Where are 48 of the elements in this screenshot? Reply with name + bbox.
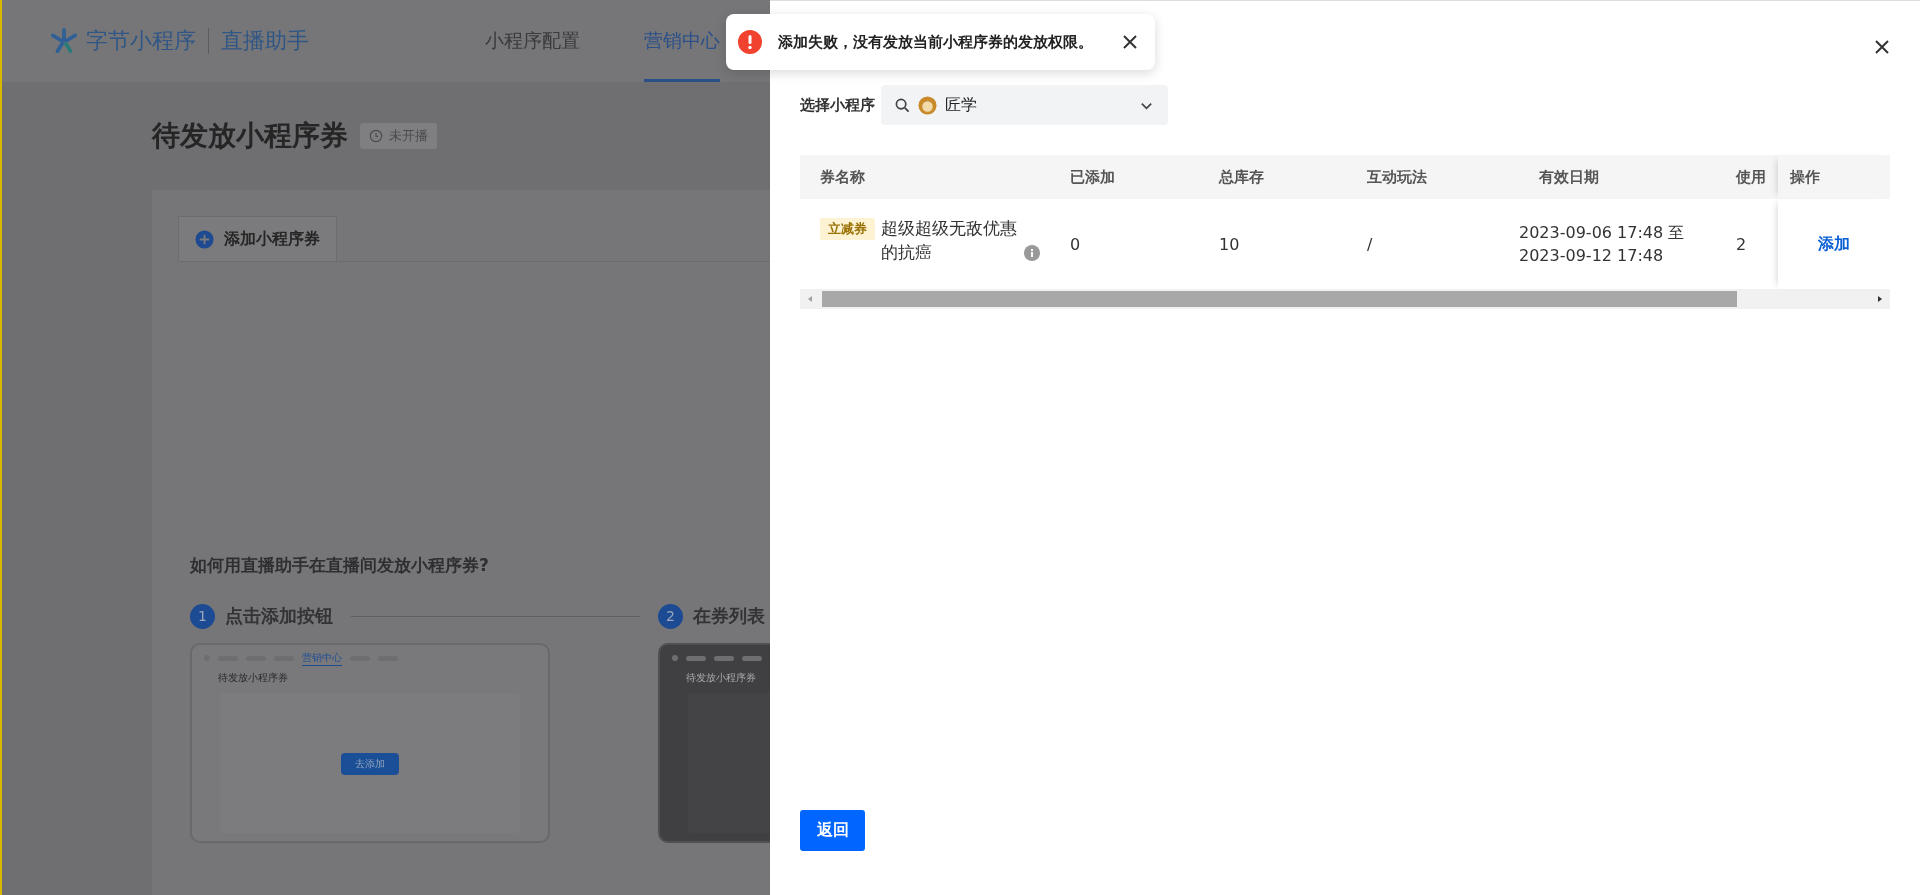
- search-icon: [895, 97, 910, 113]
- close-icon[interactable]: [1874, 39, 1890, 55]
- placeholder-bar: [714, 655, 734, 661]
- placeholder-bar: [686, 655, 706, 661]
- column-header: 总库存: [1219, 167, 1264, 187]
- coupon-name: 超级超级无敌优惠的抗癌: [881, 218, 1018, 264]
- valid-to: 2023-09-12 17:48: [1519, 246, 1664, 265]
- plus-circle-icon: [195, 229, 214, 249]
- info-icon: [1023, 245, 1040, 261]
- avatar-icon: [918, 95, 937, 115]
- step-number: 1: [190, 603, 215, 629]
- placeholder-dot: [672, 655, 678, 661]
- column-header: 使用: [1736, 167, 1766, 187]
- close-icon[interactable]: [1123, 35, 1137, 49]
- table-cell: 2: [1736, 234, 1747, 254]
- asterisk-logo-icon: [50, 27, 78, 55]
- preview-nav-label: 营销中心: [302, 650, 342, 666]
- preview-title: 待发放小程序券: [217, 671, 289, 685]
- table-cell: 0: [1070, 234, 1081, 254]
- step-number: 2: [658, 603, 683, 629]
- step-label: 点击添加按钮: [225, 604, 333, 628]
- coupon-type-tag: 立减券: [820, 218, 875, 240]
- scroll-right-icon[interactable]: [1876, 295, 1884, 303]
- toast-message: 添加失败，没有发放当前小程序券的发放权限。: [778, 32, 1093, 52]
- column-header: 互动玩法: [1367, 167, 1427, 187]
- step-label: 在券列表: [693, 604, 765, 628]
- column-header: 券名称: [820, 167, 865, 187]
- error-icon: [738, 30, 762, 54]
- valid-from: 2023-09-06 17:48 至: [1519, 223, 1685, 244]
- column-header: 操作: [1790, 167, 1820, 187]
- back-button[interactable]: 返回: [800, 810, 865, 851]
- table-cell: /: [1367, 234, 1373, 254]
- table-cell: 10: [1219, 234, 1240, 254]
- column-header: 已添加: [1070, 167, 1115, 187]
- product-name: 直播助手: [221, 27, 309, 55]
- nav-tab[interactable]: 小程序配置: [485, 0, 580, 82]
- placeholder-bar: [742, 655, 762, 661]
- selector-label: 选择小程序: [800, 95, 875, 115]
- guide-heading: 如何用直播助手在直播间发放小程序券?: [189, 554, 490, 577]
- page-title: 待发放小程序券: [152, 118, 348, 154]
- preview-title: 待发放小程序券: [685, 671, 757, 685]
- logo-text: 字节小程序: [86, 27, 196, 55]
- add-link[interactable]: 添加: [1818, 233, 1850, 255]
- column-header: 有效日期: [1539, 167, 1599, 187]
- clock-icon: [369, 129, 383, 143]
- add-coupon-tab[interactable]: 添加小程序券: [178, 216, 337, 261]
- horizontal-scrollbar[interactable]: [800, 289, 1890, 309]
- mini-program-select[interactable]: 匠学: [881, 85, 1168, 125]
